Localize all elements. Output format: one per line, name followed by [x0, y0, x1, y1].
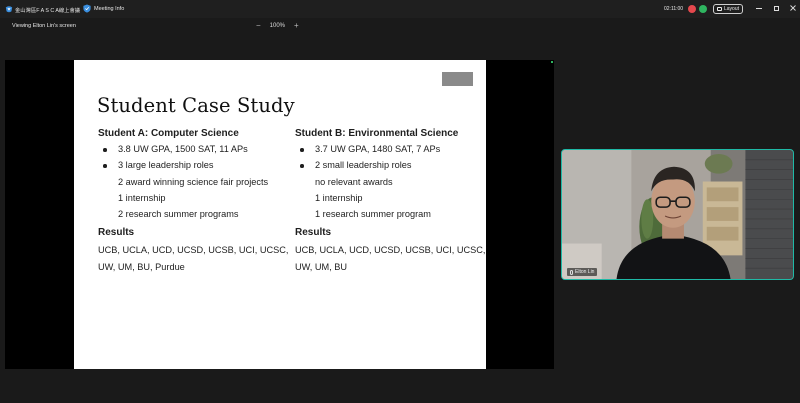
- close-window-button[interactable]: [788, 3, 798, 13]
- layout-icon: [716, 7, 722, 11]
- student-b-heading: Student B: Environmental Science: [295, 128, 459, 139]
- presentation-slide: Student Case Study Student A: Computer S…: [74, 60, 486, 369]
- student-a-results-heading: Results: [98, 227, 135, 239]
- participant-name-tag: Elton Lin: [567, 268, 598, 276]
- maximize-icon: [773, 5, 779, 11]
- student-a-column: Student A: Computer Science 3.8 UW GPA, …: [98, 128, 288, 278]
- student-b-line: no relevant awards: [315, 176, 393, 187]
- zoom-out-button[interactable]: −: [256, 22, 261, 30]
- share-status-indicator: [551, 61, 553, 63]
- encryption-status-icon[interactable]: [699, 5, 707, 13]
- layout-button[interactable]: Layout: [713, 4, 743, 14]
- student-a-line: 3.8 UW GPA, 1500 SAT, 11 APs: [98, 144, 288, 160]
- app-title: 金山灣區F A S C A線上會議: [15, 8, 81, 14]
- student-b-results-line: UW, UM, BU: [295, 261, 348, 272]
- title-bar: 金山灣區F A S C A線上會議 Meeting Info 02:11:00 …: [0, 0, 800, 18]
- zoom-controls: − 100% +: [256, 22, 299, 30]
- student-b-line: 3.7 UW GPA, 1480 SAT, 7 APs: [295, 144, 483, 160]
- minimize-window-button[interactable]: [754, 3, 764, 13]
- student-b-line: 2 small leadership roles: [295, 160, 483, 176]
- zoom-level: 100%: [269, 23, 286, 29]
- shield-icon: [83, 4, 91, 13]
- student-a-heading: Student A: Computer Science: [98, 128, 239, 139]
- recording-indicator-icon[interactable]: [688, 5, 696, 13]
- student-a-line: 2 research summer programs: [118, 209, 239, 220]
- student-b-results-heading: Results: [295, 227, 332, 239]
- slide-placeholder-box: [442, 72, 473, 86]
- meeting-info-button[interactable]: Meeting Info: [83, 4, 124, 13]
- participant-video-tile[interactable]: Elton Lin: [561, 149, 794, 280]
- student-b-column: Student B: Environmental Science 3.7 UW …: [295, 128, 486, 278]
- student-b-line: 1 internship: [315, 192, 363, 203]
- close-icon: [790, 5, 796, 11]
- student-a-line: 2 award winning science fair projects: [118, 176, 269, 187]
- slide-title: Student Case Study: [97, 94, 295, 117]
- maximize-window-button[interactable]: [771, 3, 781, 13]
- student-a-results-line: UCB, UCLA, UCD, UCSD, UCSB, UCI, UCSC,: [98, 245, 289, 256]
- layout-label: Layout: [723, 6, 739, 12]
- student-b-line: 1 research summer program: [315, 209, 431, 220]
- student-a-line: 1 internship: [118, 192, 166, 203]
- viewing-screen-label: Viewing Elton Lin's screen: [12, 23, 76, 29]
- student-b-results-line: UCB, UCLA, UCD, UCSD, UCSB, UCI, UCSC,: [295, 245, 486, 256]
- participant-video-feed: [562, 150, 793, 279]
- meeting-timer: 02:11:00: [664, 6, 684, 12]
- student-a-line: 3 large leadership roles: [98, 160, 288, 176]
- microphone-icon: [570, 269, 573, 275]
- app-logo-icon: [5, 6, 13, 13]
- student-a-results-line: UW, UM, BU, Purdue: [98, 261, 185, 272]
- zoom-in-button[interactable]: +: [294, 22, 299, 30]
- participant-name: Elton Lin: [575, 269, 595, 275]
- share-toolbar: Viewing Elton Lin's screen − 100% +: [0, 18, 800, 34]
- meeting-info-label: Meeting Info: [94, 5, 125, 12]
- minimize-icon: [756, 7, 762, 9]
